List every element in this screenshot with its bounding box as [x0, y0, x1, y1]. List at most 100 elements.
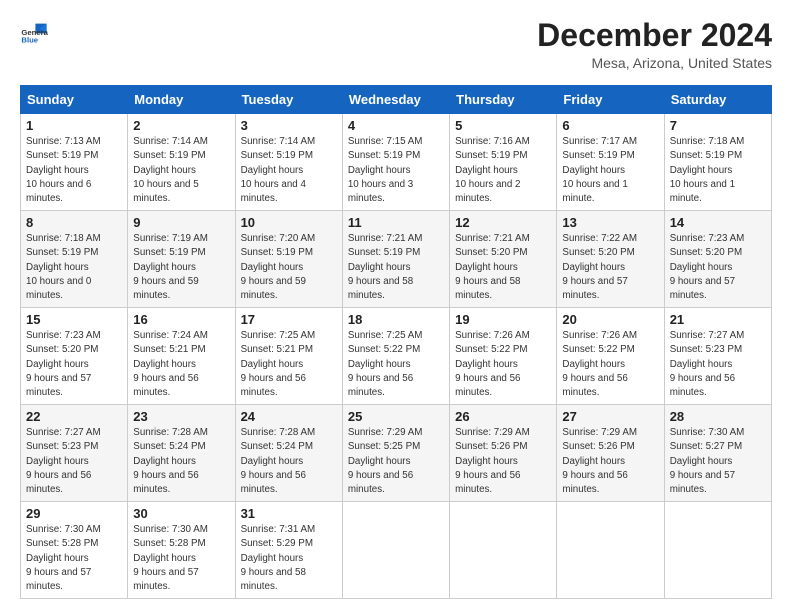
day-info: Sunrise: 7:23 AM Sunset: 5:20 PM Dayligh… — [26, 329, 122, 400]
location: Mesa, Arizona, United States — [537, 55, 772, 71]
calendar-cell: 27 Sunrise: 7:29 AM Sunset: 5:26 PM Dayl… — [557, 405, 664, 502]
day-info: Sunrise: 7:30 AM Sunset: 5:28 PM Dayligh… — [26, 523, 122, 594]
day-info: Sunrise: 7:16 AM Sunset: 5:19 PM Dayligh… — [455, 135, 551, 206]
calendar-cell: 30 Sunrise: 7:30 AM Sunset: 5:28 PM Dayl… — [128, 502, 235, 599]
calendar-week-row: 22 Sunrise: 7:27 AM Sunset: 5:23 PM Dayl… — [21, 405, 772, 502]
day-info: Sunrise: 7:30 AM Sunset: 5:28 PM Dayligh… — [133, 523, 229, 594]
calendar-cell: 21 Sunrise: 7:27 AM Sunset: 5:23 PM Dayl… — [664, 308, 771, 405]
calendar-cell: 13 Sunrise: 7:22 AM Sunset: 5:20 PM Dayl… — [557, 211, 664, 308]
header: General Blue December 2024 Mesa, Arizona… — [20, 18, 772, 71]
day-number: 23 — [133, 409, 229, 424]
calendar-header-row: Sunday Monday Tuesday Wednesday Thursday… — [21, 86, 772, 114]
calendar-cell: 11 Sunrise: 7:21 AM Sunset: 5:19 PM Dayl… — [342, 211, 449, 308]
day-number: 1 — [26, 118, 122, 133]
calendar-cell: 15 Sunrise: 7:23 AM Sunset: 5:20 PM Dayl… — [21, 308, 128, 405]
day-number: 6 — [562, 118, 658, 133]
day-info: Sunrise: 7:22 AM Sunset: 5:20 PM Dayligh… — [562, 232, 658, 303]
day-number: 2 — [133, 118, 229, 133]
day-info: Sunrise: 7:15 AM Sunset: 5:19 PM Dayligh… — [348, 135, 444, 206]
col-tuesday: Tuesday — [235, 86, 342, 114]
calendar-cell: 22 Sunrise: 7:27 AM Sunset: 5:23 PM Dayl… — [21, 405, 128, 502]
col-thursday: Thursday — [450, 86, 557, 114]
day-info: Sunrise: 7:26 AM Sunset: 5:22 PM Dayligh… — [455, 329, 551, 400]
day-info: Sunrise: 7:18 AM Sunset: 5:19 PM Dayligh… — [670, 135, 766, 206]
calendar-cell: 16 Sunrise: 7:24 AM Sunset: 5:21 PM Dayl… — [128, 308, 235, 405]
day-number: 4 — [348, 118, 444, 133]
logo: General Blue — [20, 18, 48, 46]
day-info: Sunrise: 7:20 AM Sunset: 5:19 PM Dayligh… — [241, 232, 337, 303]
day-number: 19 — [455, 312, 551, 327]
calendar-cell: 25 Sunrise: 7:29 AM Sunset: 5:25 PM Dayl… — [342, 405, 449, 502]
day-info: Sunrise: 7:24 AM Sunset: 5:21 PM Dayligh… — [133, 329, 229, 400]
calendar-week-row: 8 Sunrise: 7:18 AM Sunset: 5:19 PM Dayli… — [21, 211, 772, 308]
day-number: 7 — [670, 118, 766, 133]
calendar-cell: 6 Sunrise: 7:17 AM Sunset: 5:19 PM Dayli… — [557, 114, 664, 211]
day-info: Sunrise: 7:28 AM Sunset: 5:24 PM Dayligh… — [241, 426, 337, 497]
calendar-cell: 8 Sunrise: 7:18 AM Sunset: 5:19 PM Dayli… — [21, 211, 128, 308]
calendar-cell: 24 Sunrise: 7:28 AM Sunset: 5:24 PM Dayl… — [235, 405, 342, 502]
calendar-cell: 17 Sunrise: 7:25 AM Sunset: 5:21 PM Dayl… — [235, 308, 342, 405]
calendar-cell — [557, 502, 664, 599]
col-monday: Monday — [128, 86, 235, 114]
logo-icon: General Blue — [20, 18, 48, 46]
day-info: Sunrise: 7:21 AM Sunset: 5:19 PM Dayligh… — [348, 232, 444, 303]
calendar-cell: 20 Sunrise: 7:26 AM Sunset: 5:22 PM Dayl… — [557, 308, 664, 405]
col-wednesday: Wednesday — [342, 86, 449, 114]
day-number: 29 — [26, 506, 122, 521]
calendar-cell: 29 Sunrise: 7:30 AM Sunset: 5:28 PM Dayl… — [21, 502, 128, 599]
day-info: Sunrise: 7:25 AM Sunset: 5:22 PM Dayligh… — [348, 329, 444, 400]
day-info: Sunrise: 7:13 AM Sunset: 5:19 PM Dayligh… — [26, 135, 122, 206]
calendar-cell: 10 Sunrise: 7:20 AM Sunset: 5:19 PM Dayl… — [235, 211, 342, 308]
day-number: 16 — [133, 312, 229, 327]
calendar-cell: 31 Sunrise: 7:31 AM Sunset: 5:29 PM Dayl… — [235, 502, 342, 599]
calendar-cell: 1 Sunrise: 7:13 AM Sunset: 5:19 PM Dayli… — [21, 114, 128, 211]
day-info: Sunrise: 7:27 AM Sunset: 5:23 PM Dayligh… — [26, 426, 122, 497]
calendar-cell: 3 Sunrise: 7:14 AM Sunset: 5:19 PM Dayli… — [235, 114, 342, 211]
calendar-week-row: 1 Sunrise: 7:13 AM Sunset: 5:19 PM Dayli… — [21, 114, 772, 211]
day-info: Sunrise: 7:17 AM Sunset: 5:19 PM Dayligh… — [562, 135, 658, 206]
day-info: Sunrise: 7:19 AM Sunset: 5:19 PM Dayligh… — [133, 232, 229, 303]
calendar-cell: 4 Sunrise: 7:15 AM Sunset: 5:19 PM Dayli… — [342, 114, 449, 211]
day-number: 18 — [348, 312, 444, 327]
day-number: 14 — [670, 215, 766, 230]
calendar-cell: 18 Sunrise: 7:25 AM Sunset: 5:22 PM Dayl… — [342, 308, 449, 405]
calendar-cell: 7 Sunrise: 7:18 AM Sunset: 5:19 PM Dayli… — [664, 114, 771, 211]
day-number: 17 — [241, 312, 337, 327]
day-number: 28 — [670, 409, 766, 424]
col-sunday: Sunday — [21, 86, 128, 114]
calendar-cell: 5 Sunrise: 7:16 AM Sunset: 5:19 PM Dayli… — [450, 114, 557, 211]
calendar-cell: 9 Sunrise: 7:19 AM Sunset: 5:19 PM Dayli… — [128, 211, 235, 308]
day-info: Sunrise: 7:31 AM Sunset: 5:29 PM Dayligh… — [241, 523, 337, 594]
day-info: Sunrise: 7:29 AM Sunset: 5:25 PM Dayligh… — [348, 426, 444, 497]
day-number: 21 — [670, 312, 766, 327]
col-saturday: Saturday — [664, 86, 771, 114]
day-info: Sunrise: 7:26 AM Sunset: 5:22 PM Dayligh… — [562, 329, 658, 400]
col-friday: Friday — [557, 86, 664, 114]
day-number: 8 — [26, 215, 122, 230]
day-number: 10 — [241, 215, 337, 230]
day-info: Sunrise: 7:25 AM Sunset: 5:21 PM Dayligh… — [241, 329, 337, 400]
day-number: 22 — [26, 409, 122, 424]
calendar-cell: 12 Sunrise: 7:21 AM Sunset: 5:20 PM Dayl… — [450, 211, 557, 308]
calendar-cell: 14 Sunrise: 7:23 AM Sunset: 5:20 PM Dayl… — [664, 211, 771, 308]
calendar-cell: 2 Sunrise: 7:14 AM Sunset: 5:19 PM Dayli… — [128, 114, 235, 211]
day-number: 20 — [562, 312, 658, 327]
day-number: 15 — [26, 312, 122, 327]
calendar-cell — [342, 502, 449, 599]
day-number: 30 — [133, 506, 229, 521]
day-info: Sunrise: 7:28 AM Sunset: 5:24 PM Dayligh… — [133, 426, 229, 497]
calendar-table: Sunday Monday Tuesday Wednesday Thursday… — [20, 85, 772, 599]
day-number: 27 — [562, 409, 658, 424]
day-number: 25 — [348, 409, 444, 424]
day-info: Sunrise: 7:14 AM Sunset: 5:19 PM Dayligh… — [241, 135, 337, 206]
day-number: 26 — [455, 409, 551, 424]
page: General Blue December 2024 Mesa, Arizona… — [0, 0, 792, 609]
day-number: 11 — [348, 215, 444, 230]
svg-text:Blue: Blue — [21, 36, 38, 45]
day-info: Sunrise: 7:27 AM Sunset: 5:23 PM Dayligh… — [670, 329, 766, 400]
day-info: Sunrise: 7:18 AM Sunset: 5:19 PM Dayligh… — [26, 232, 122, 303]
day-number: 9 — [133, 215, 229, 230]
day-number: 31 — [241, 506, 337, 521]
day-number: 13 — [562, 215, 658, 230]
calendar-cell: 23 Sunrise: 7:28 AM Sunset: 5:24 PM Dayl… — [128, 405, 235, 502]
